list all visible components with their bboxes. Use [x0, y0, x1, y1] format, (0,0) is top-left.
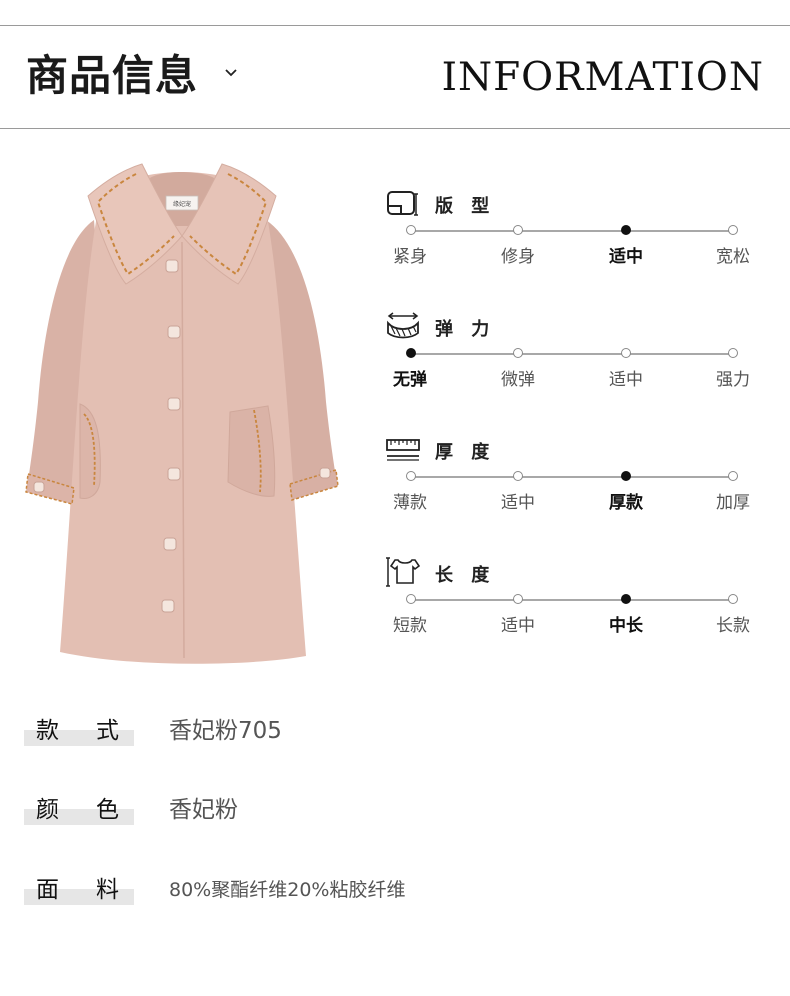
chevron-down-icon	[225, 69, 237, 77]
page-title-en: INFORMATION	[441, 55, 764, 100]
top-divider	[0, 25, 790, 26]
scale-dot-selected	[406, 348, 416, 358]
tshirt-length-icon	[386, 557, 421, 587]
detail-value: 80%聚酯纤维20%粘胶纤维	[169, 879, 406, 901]
brand-tag-text: 缘妃宠	[173, 200, 191, 208]
scale-option: 长款	[716, 616, 750, 636]
scale-dot	[513, 594, 523, 604]
attribute-title: 弹 力	[435, 319, 496, 340]
scale-option: 紧身	[393, 247, 427, 267]
attribute-scale-line	[410, 353, 733, 355]
attribute-title: 版 型	[435, 196, 496, 217]
detail-label-char: 色	[96, 797, 119, 823]
scale-dot-selected	[621, 225, 631, 235]
scale-dot	[728, 225, 738, 235]
ruler-fabric-icon	[387, 191, 418, 216]
attribute-scale-line	[410, 476, 733, 478]
scale-dot	[513, 348, 523, 358]
scale-option: 强力	[716, 370, 750, 390]
scale-dot	[728, 471, 738, 481]
attribute-scale-line	[410, 599, 733, 601]
scale-option-selected: 厚款	[609, 493, 643, 513]
scale-dot	[406, 594, 416, 604]
scale-option-selected: 适中	[609, 247, 643, 267]
detail-label: 颜 色	[24, 793, 134, 827]
scale-option: 适中	[501, 493, 535, 513]
scale-dot-selected	[621, 594, 631, 604]
scale-dot	[513, 225, 523, 235]
detail-label-char: 式	[96, 718, 119, 744]
header-divider	[0, 128, 790, 129]
attribute-scale-line	[410, 230, 733, 232]
page-title: 商品信息	[26, 51, 199, 100]
scale-dot	[728, 594, 738, 604]
scale-dot	[513, 471, 523, 481]
attribute-length: 长 度 短款 适中 中长 长款	[385, 555, 750, 655]
attribute-stretch: 弹 力 无弹 微弹 适中 强力	[385, 309, 750, 409]
detail-label-char: 颜	[36, 797, 59, 823]
scale-option-selected: 中长	[609, 616, 643, 636]
scale-option: 适中	[501, 616, 535, 636]
detail-label-char: 面	[36, 877, 59, 903]
attribute-title: 厚 度	[435, 442, 496, 463]
scale-dot	[728, 348, 738, 358]
product-image-coat: 缘妃宠	[25, 163, 339, 664]
scale-option: 短款	[393, 616, 427, 636]
thickness-icon	[386, 439, 420, 461]
scale-option-selected: 无弹	[393, 370, 427, 390]
scale-dot	[406, 225, 416, 235]
attribute-title: 长 度	[435, 565, 496, 586]
scale-dot-selected	[621, 471, 631, 481]
detail-label: 面 料	[24, 873, 134, 907]
scale-dot	[406, 471, 416, 481]
scale-option: 宽松	[716, 247, 750, 267]
attribute-fit: 版 型 紧身 修身 适中 宽松	[385, 186, 750, 286]
detail-label-char: 料	[96, 877, 119, 903]
scale-option: 薄款	[393, 493, 427, 513]
stretch-fabric-icon	[387, 312, 419, 339]
scale-option: 修身	[501, 247, 535, 267]
detail-label-char: 款	[36, 718, 59, 744]
detail-value: 香妃粉	[169, 797, 238, 823]
detail-label: 款 式	[24, 714, 134, 748]
scale-dot	[621, 348, 631, 358]
detail-value: 香妃粉705	[169, 718, 282, 744]
scale-option: 适中	[609, 370, 643, 390]
scale-option: 加厚	[716, 493, 750, 513]
attribute-thickness: 厚 度 薄款 适中 厚款 加厚	[385, 432, 750, 532]
scale-option: 微弹	[501, 370, 535, 390]
